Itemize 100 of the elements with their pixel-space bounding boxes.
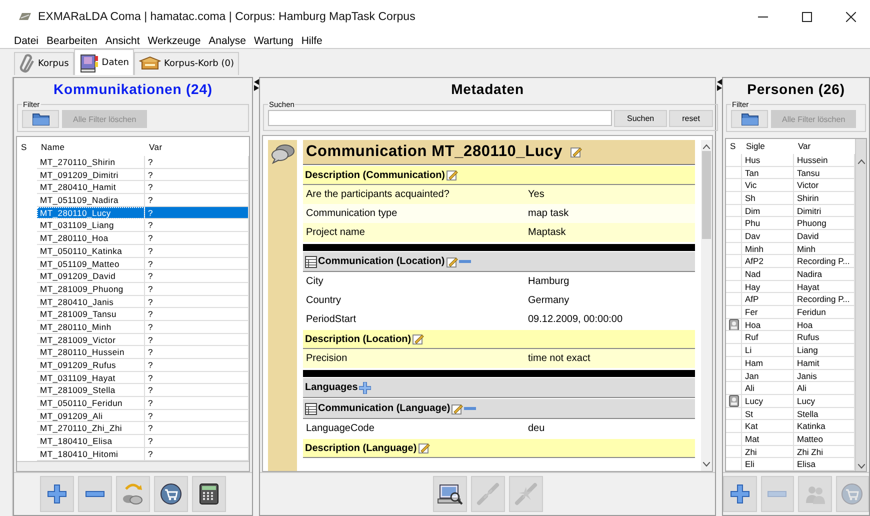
table-cell[interactable]: MT_270110_Shirin (37, 156, 145, 169)
search-field[interactable] (268, 110, 612, 126)
table-cell[interactable]: MT_180410_Elisa (37, 435, 145, 448)
filter-button[interactable] (731, 110, 768, 128)
column-header[interactable]: Var (145, 142, 249, 152)
table-cell[interactable]: Kat (742, 420, 794, 433)
table-cell[interactable]: MT_281009_Tansu (37, 308, 145, 321)
table-cell[interactable]: Sh (742, 192, 794, 205)
table-cell[interactable]: MT_050110_Katinka (37, 244, 145, 258)
scrollbar-thumb[interactable] (702, 151, 711, 239)
table-cell[interactable]: MT_091209_Rufus (37, 359, 145, 372)
column-header[interactable]: S (726, 141, 742, 152)
table-cell[interactable]: MT_091209_Dimitri (37, 168, 145, 182)
table-cell[interactable]: Dim (742, 204, 794, 218)
toolbar-button[interactable] (432, 476, 466, 512)
table-cell[interactable]: Hoa (742, 318, 794, 332)
table-cell[interactable]: Ruf (742, 331, 794, 344)
table-cell[interactable]: MT_280410_Janis (37, 296, 145, 308)
table-cell[interactable]: AfP (742, 293, 794, 306)
tab[interactable]: Korpus-Korb (0) (134, 52, 239, 75)
window-title: EXMARaLDA Coma | hamatac.coma | Corpus: Hamburg MapTask Corpus (38, 10, 416, 22)
field-value: map task (528, 208, 570, 219)
table-cell[interactable]: MT_281009_Phuong (37, 282, 145, 296)
add-icon (730, 484, 750, 504)
tab[interactable]: Korpus (14, 52, 74, 75)
toolbar-button[interactable] (192, 476, 226, 512)
filter-button[interactable] (22, 110, 59, 128)
table-cell[interactable]: MT_091209_David (37, 270, 145, 283)
table-cell[interactable]: Dav (742, 230, 794, 243)
table-cell[interactable]: MT_280110_Lucy (37, 206, 145, 220)
table-cell[interactable]: Nad (742, 268, 794, 281)
table-cell[interactable]: MT_270110_Zhi_Zhi (37, 422, 145, 436)
menu-item[interactable]: Ansicht (105, 34, 140, 46)
scroll-up-icon[interactable] (703, 144, 710, 149)
scroll-up-icon[interactable] (858, 159, 864, 164)
column-header[interactable]: Sigle (742, 141, 794, 152)
splitter-arrows-icon[interactable] (254, 79, 258, 91)
field-label: Project name (306, 227, 366, 238)
table-cell[interactable]: Minh (742, 242, 794, 256)
table-cell[interactable]: MT_091209_Ali (37, 410, 145, 422)
table-cell[interactable]: Fer (742, 306, 794, 319)
menu-item[interactable]: Werkzeuge (148, 34, 201, 46)
reset-button[interactable]: reset (669, 110, 713, 127)
menu-item[interactable]: Analyse (208, 34, 246, 46)
search-button[interactable]: Suchen (614, 110, 668, 127)
menu-item[interactable]: Wartung (254, 34, 294, 46)
table-cell[interactable]: AfP2 (742, 255, 794, 268)
table-cell[interactable]: Tan (742, 166, 794, 180)
field-value: 09.12.2009, 00:00:00 (528, 314, 624, 325)
column-header[interactable]: Var (794, 141, 855, 152)
table-cell[interactable]: St (742, 408, 794, 420)
scroll-down-icon[interactable] (703, 462, 710, 467)
scrollbar[interactable] (701, 140, 712, 471)
table-cell[interactable]: MT_281009_Stella (37, 384, 145, 398)
table-icon (305, 256, 317, 268)
field-label: Country (306, 295, 342, 306)
tab[interactable]: Daten (74, 49, 134, 75)
menu-item[interactable]: Bearbeiten (46, 34, 98, 46)
edit-icon (570, 146, 582, 158)
broken-chain-icon (514, 482, 538, 506)
maximize-icon[interactable] (802, 12, 812, 22)
menu-item[interactable]: Hilfe (301, 34, 322, 46)
table-cell: ? (145, 296, 249, 308)
table-cell[interactable]: Ham (742, 356, 794, 370)
table-cell[interactable]: MT_051109_Matteo (37, 258, 145, 270)
table-cell[interactable]: Li (742, 344, 794, 357)
table-cell[interactable]: Vic (742, 179, 794, 192)
folder-icon (32, 112, 50, 126)
field-label: City (306, 276, 324, 287)
edit-icon (418, 442, 430, 454)
scroll-down-icon[interactable] (858, 464, 864, 469)
table-cell[interactable]: Ali (742, 382, 794, 395)
table-cell[interactable]: Hus (742, 154, 794, 166)
table-cell[interactable]: Hay (742, 280, 794, 294)
menu-item[interactable]: Datei (14, 34, 39, 46)
table-cell[interactable]: MT_031109_Hayat (37, 372, 145, 384)
splitter-arrows-icon[interactable] (716, 79, 722, 91)
column-header[interactable]: S (17, 142, 37, 152)
field-value: Germany (528, 295, 570, 306)
table-cell[interactable]: MT_280410_Hamit (37, 181, 145, 194)
table-cell[interactable]: Eli (742, 458, 794, 471)
heading-text: Communication MT_280110_Lucy (306, 143, 562, 161)
section-title: Communication (Location) (318, 256, 445, 267)
table-cell[interactable]: MT_280110_Hussein (37, 346, 145, 359)
scrollbar[interactable] (855, 139, 866, 471)
table-cell[interactable]: Mat (742, 432, 794, 446)
table-cell[interactable]: Jan (742, 370, 794, 382)
close-icon[interactable] (846, 12, 856, 22)
cart-icon (160, 483, 182, 505)
table-cell[interactable]: MT_050110_Feridun (37, 397, 145, 410)
table-cell[interactable]: Zhi (742, 446, 794, 458)
table-cell[interactable]: MT_280110_Hoa (37, 232, 145, 245)
table-cell[interactable]: MT_031109_Liang (37, 219, 145, 232)
table-cell[interactable]: Lucy (742, 394, 794, 408)
toolbar-button[interactable] (154, 476, 188, 512)
table-cell[interactable]: MT_280110_Minh (37, 320, 145, 334)
field-label: LanguageCode (306, 423, 376, 434)
table-cell[interactable]: Phu (742, 217, 794, 230)
table-cell[interactable]: MT_281009_Victor (37, 334, 145, 346)
column-header[interactable]: Name (37, 142, 145, 152)
